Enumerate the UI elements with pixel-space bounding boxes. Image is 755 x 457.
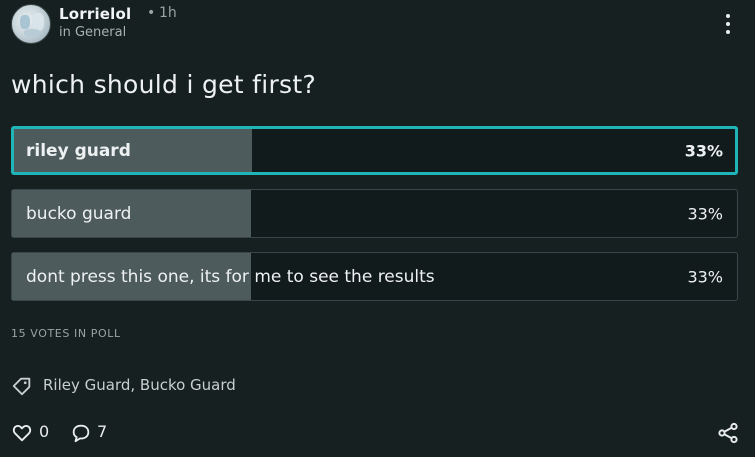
poll-option-percent: 33%: [684, 141, 723, 160]
tag-icon: [12, 377, 31, 396]
poll-option-label: bucko guard: [26, 203, 132, 224]
poll-option-percent: 33%: [687, 267, 723, 286]
poll-option-label: riley guard: [26, 140, 131, 161]
poll-option-3[interactable]: dont press this one, its for me to see t…: [11, 252, 738, 301]
comment-icon: [72, 424, 90, 443]
comment-count: 7: [97, 422, 108, 441]
like-count: 0: [39, 422, 50, 441]
post-category[interactable]: in General: [59, 25, 126, 40]
avatar[interactable]: [11, 4, 51, 44]
poll-question: which should i get first?: [11, 70, 317, 99]
poll-vote-count: 15 VOTES IN POLL: [11, 327, 121, 340]
author-name[interactable]: Lorrielol: [59, 5, 131, 23]
poll-option-1[interactable]: riley guard 33%: [11, 126, 738, 175]
share-icon[interactable]: [716, 421, 740, 445]
poll-option-label: dont press this one, its for me to see t…: [26, 266, 435, 287]
tag-links[interactable]: Riley Guard, Bucko Guard: [43, 376, 236, 394]
more-vertical-icon[interactable]: [721, 12, 735, 38]
post-header: Lorrielol • 1h in General: [11, 4, 751, 44]
heart-icon: [12, 425, 32, 442]
post-footer: 0 7: [11, 420, 746, 446]
poll-option-percent: 33%: [687, 204, 723, 223]
separator-dot: •: [147, 5, 156, 21]
poll-option-2[interactable]: bucko guard 33%: [11, 189, 738, 238]
post-time: 1h: [159, 5, 177, 21]
